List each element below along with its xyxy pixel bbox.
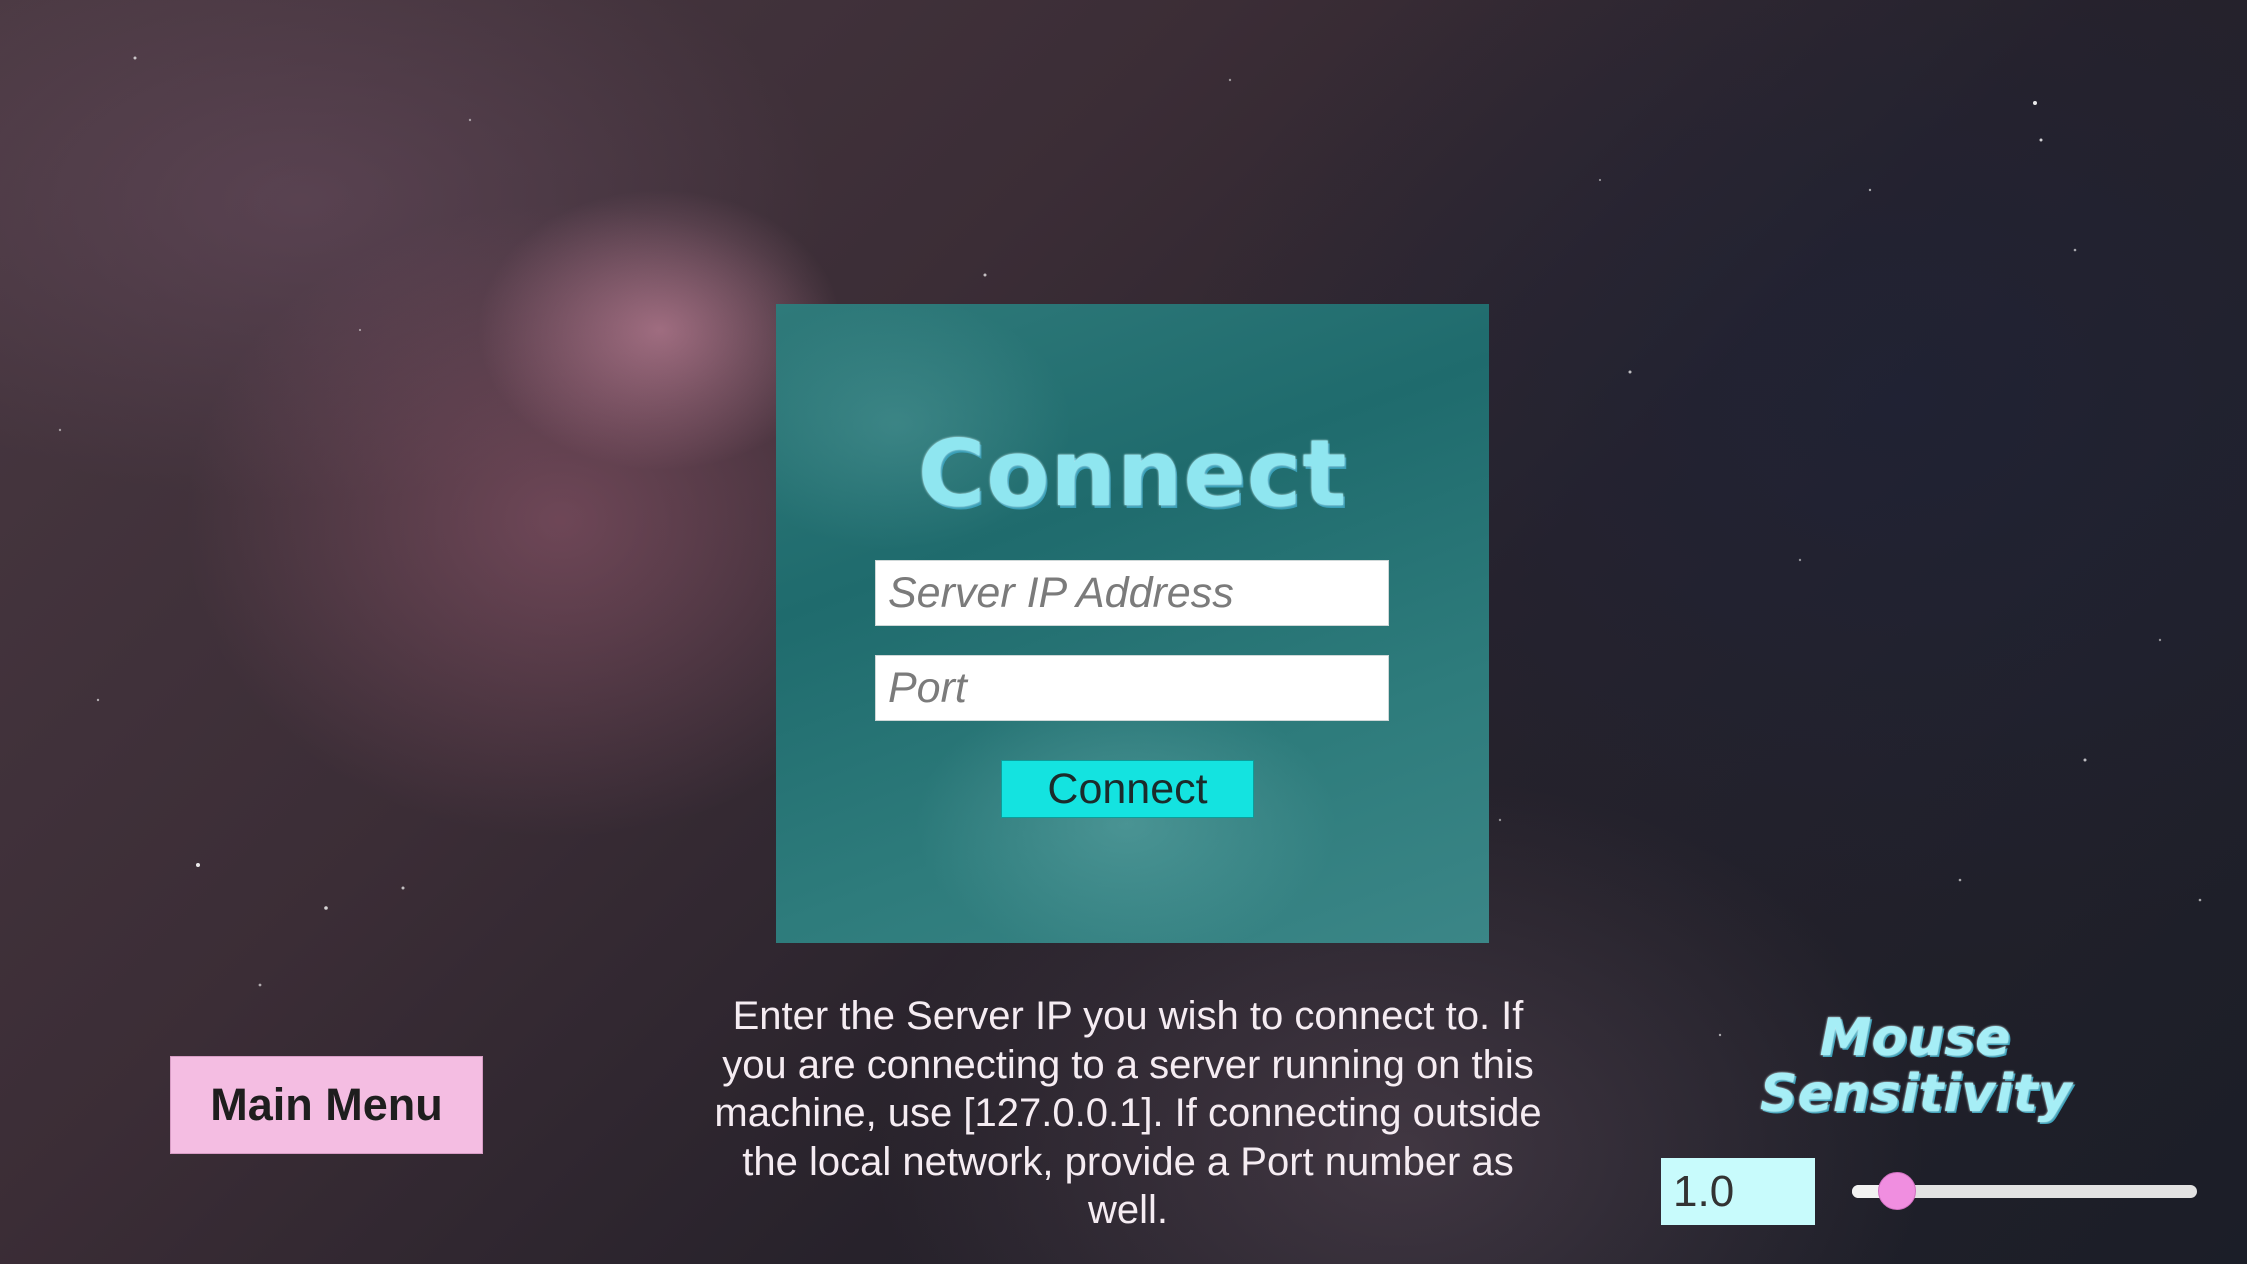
connect-help-text: Enter the Server IP you wish to connect … [714, 994, 1542, 1232]
slider-handle[interactable] [1878, 1172, 1916, 1210]
server-ip-input[interactable] [875, 560, 1389, 626]
mouse-sensitivity-title: Mouse Sensitivity [1760, 1008, 2072, 1124]
connect-panel: Connect Connect [776, 304, 1489, 943]
port-input[interactable] [875, 655, 1389, 721]
mouse-sensitivity-title-line1: Mouse [1819, 1008, 2011, 1068]
main-menu-button[interactable]: Main Menu [170, 1056, 483, 1154]
mouse-sensitivity-slider[interactable] [1852, 1172, 2197, 1210]
connect-button[interactable]: Connect [1001, 760, 1254, 818]
mouse-sensitivity-value-input[interactable] [1661, 1158, 1815, 1225]
connect-title: Connect [917, 420, 1348, 527]
mouse-sensitivity-title-line2: Sensitivity [1760, 1064, 2072, 1124]
